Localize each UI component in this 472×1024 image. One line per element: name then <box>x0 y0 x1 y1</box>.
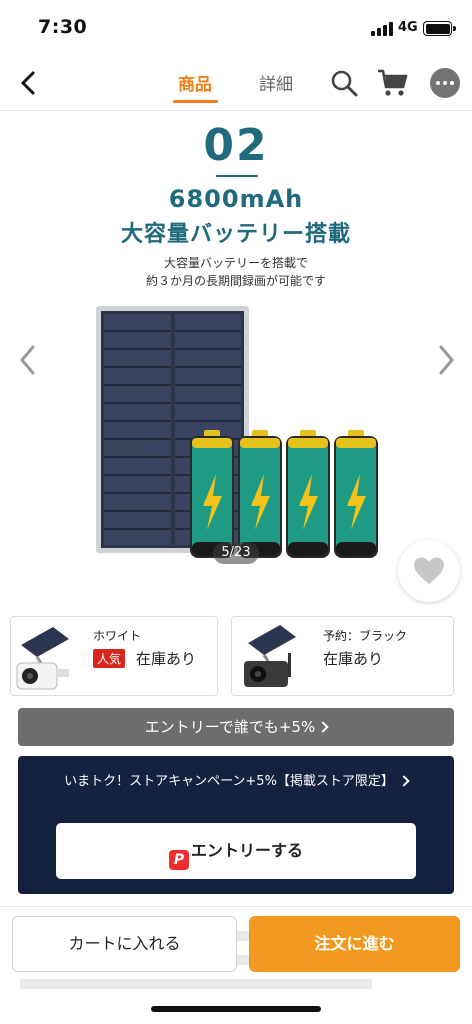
back-arrow-icon[interactable] <box>18 70 40 96</box>
tab-detail[interactable]: 詳細 <box>259 70 293 95</box>
feature-description-line1: 大容量バッテリーを搭載で <box>163 256 308 270</box>
entry-bonus-banner[interactable]: エントリーで誰でも+5% <box>18 708 454 746</box>
status-bar: 7:30 4G <box>0 0 472 56</box>
feature-spec: 6800mAh <box>168 185 304 213</box>
battery-icon <box>423 21 456 36</box>
battery-illustration <box>190 430 378 558</box>
image-counter: 5/23 <box>213 542 259 564</box>
campaign-link[interactable]: いまトク！ストアキャンペーン+5%【掲載ストア限定】 <box>38 772 434 791</box>
variant-label: ホワイト <box>93 629 142 643</box>
search-icon[interactable] <box>330 69 358 97</box>
network-label: 4G <box>398 20 418 35</box>
variant-card-black[interactable]: 予約：ブラック 在庫あり <box>231 616 454 696</box>
add-to-cart-button[interactable]: カートに入れる <box>12 916 237 972</box>
favorite-button[interactable] <box>398 540 460 602</box>
variant-card-white[interactable]: ホワイト 人気 在庫あり <box>10 616 218 696</box>
chevron-right-icon[interactable] <box>436 344 456 376</box>
home-indicator <box>151 1006 321 1012</box>
entry-bonus-label: エントリーで誰でも+5% <box>144 718 316 736</box>
feature-headline: 大容量バッテリー搭載 <box>120 222 351 247</box>
chevron-right-icon <box>317 721 329 733</box>
paypay-icon: P <box>168 850 189 870</box>
tab-underline <box>173 100 218 103</box>
campaign-banner: いまトク！ストアキャンペーン+5%【掲載ストア限定】 P エントリーする <box>18 756 454 894</box>
chevron-right-icon <box>398 775 410 787</box>
variant-label: 予約：ブラック <box>323 629 408 643</box>
cart-icon[interactable] <box>377 68 409 98</box>
more-icon[interactable] <box>430 68 460 98</box>
camera-white-thumbnail <box>16 627 69 690</box>
camera-black-thumbnail <box>244 625 296 687</box>
product-image-carousel[interactable]: 02 6800mAh 大容量バッテリー搭載 大容量バッテリーを搭載で 約３か月の… <box>0 112 472 602</box>
number-underline <box>216 175 258 177</box>
proceed-to-order-button[interactable]: 注文に進む <box>249 916 460 972</box>
tab-product[interactable]: 商品 <box>178 70 212 95</box>
feature-number: 02 <box>203 120 269 171</box>
signal-icon <box>371 22 393 36</box>
header: 商品 詳細 <box>0 56 472 111</box>
campaign-text: いまトク！ストアキャンペーン+5%【掲載ストア限定】 <box>64 774 394 789</box>
stock-status: 在庫あり <box>136 650 197 668</box>
entry-button[interactable]: P エントリーする <box>56 823 416 879</box>
entry-button-label: エントリーする <box>190 841 303 860</box>
status-time: 7:30 <box>38 16 88 38</box>
chevron-left-icon[interactable] <box>18 344 38 376</box>
feature-description-line2: 約３か月の長期間録画が可能です <box>145 274 326 288</box>
stock-status: 在庫あり <box>323 650 384 668</box>
heart-icon <box>414 557 444 584</box>
popular-badge: 人気 <box>93 649 126 668</box>
